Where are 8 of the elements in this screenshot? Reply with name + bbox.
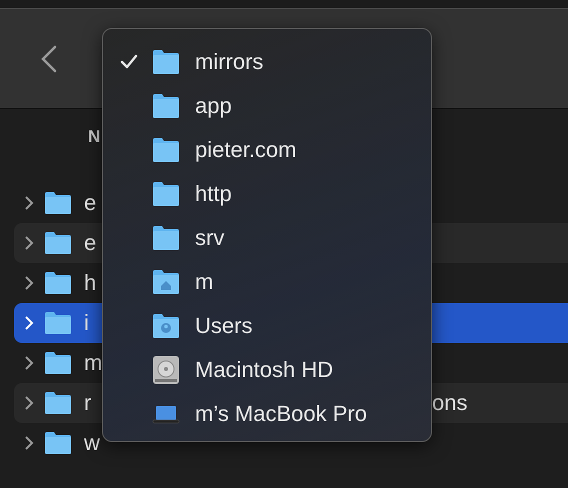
- file-name: i: [84, 310, 89, 336]
- file-name: e: [84, 230, 96, 256]
- file-name: e: [84, 190, 96, 216]
- file-name: r: [84, 390, 92, 416]
- file-name: w: [84, 430, 100, 456]
- file-name: ons: [432, 390, 468, 416]
- file-name: h: [84, 270, 96, 296]
- file-name: m: [84, 350, 102, 376]
